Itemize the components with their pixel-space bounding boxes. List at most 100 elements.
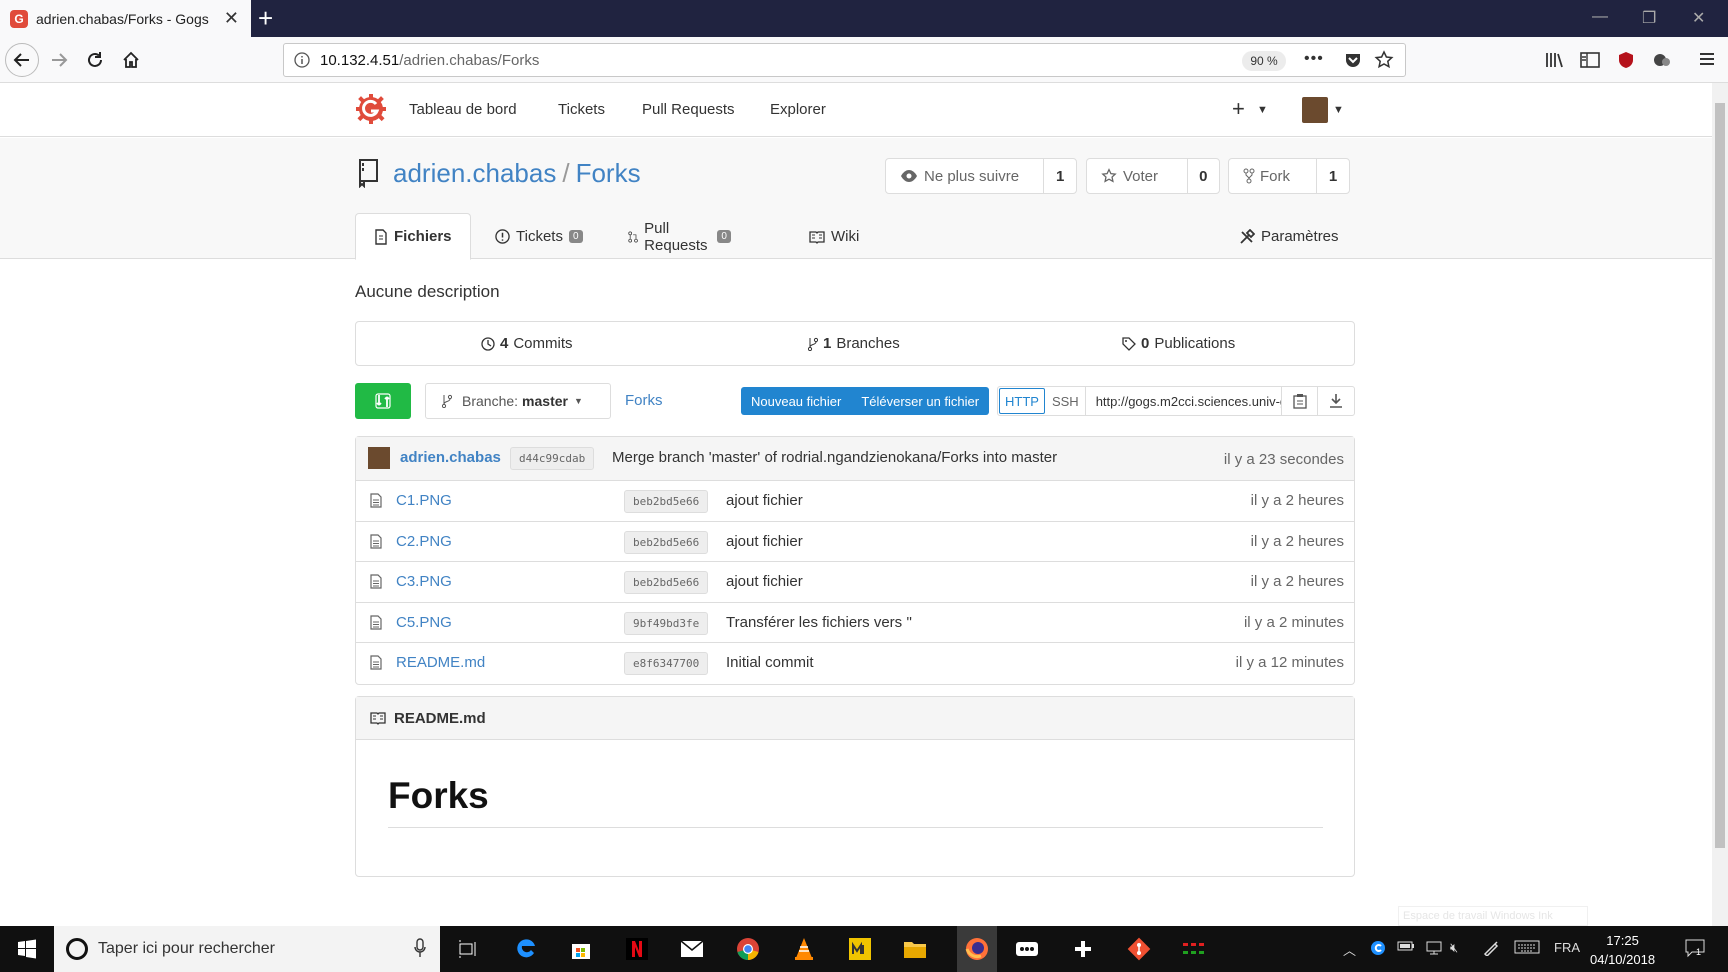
matlab-icon[interactable] (845, 934, 875, 964)
download-button[interactable] (1318, 387, 1354, 415)
windows-start-icon[interactable] (12, 934, 42, 964)
vlc-icon[interactable] (789, 934, 819, 964)
keyboard-icon[interactable] (1514, 940, 1540, 957)
url-bar[interactable]: 10.132.4.51/adrien.chabas/Forks 90 % ••• (283, 43, 1406, 77)
file-commit-sha[interactable]: 9bf49bd3fe (624, 611, 709, 635)
network-icon[interactable] (1425, 940, 1443, 959)
tab-wiki[interactable]: Wiki (791, 213, 877, 260)
app-grid-icon[interactable] (1179, 934, 1209, 964)
bookmark-star-icon[interactable] (1374, 50, 1394, 75)
file-commit-message[interactable]: ajout fichier (726, 533, 803, 550)
home-icon[interactable] (114, 43, 148, 77)
minimize-icon[interactable]: — (1592, 8, 1608, 26)
commit-author-avatar[interactable] (368, 447, 390, 469)
mail-icon[interactable] (677, 934, 707, 964)
upload-file-button[interactable]: Téléverser un fichier (851, 387, 989, 415)
file-commit-message[interactable]: Initial commit (726, 654, 814, 671)
tab-pull-requests[interactable]: Pull Requests 0 (610, 213, 749, 260)
branch-dropdown[interactable]: Branche: master ▼ (425, 383, 611, 419)
zoom-indicator[interactable]: 90 % (1242, 51, 1286, 71)
extension-icon[interactable] (1652, 51, 1672, 74)
gogs-logo-icon[interactable] (356, 94, 386, 129)
user-avatar[interactable] (1302, 97, 1328, 123)
nav-dashboard[interactable]: Tableau de bord (409, 101, 517, 118)
watch-count[interactable]: 1 (1044, 159, 1076, 193)
commit-author-link[interactable]: adrien.chabas (400, 449, 501, 466)
nav-issues[interactable]: Tickets (558, 101, 605, 118)
git-icon[interactable] (1124, 934, 1154, 964)
edge-icon[interactable] (511, 934, 541, 964)
library-icon[interactable] (1545, 51, 1565, 74)
fork-button[interactable]: Fork (1229, 159, 1317, 193)
file-explorer-icon[interactable] (900, 934, 930, 964)
plus-app-icon[interactable] (1068, 934, 1098, 964)
repo-owner-link[interactable]: adrien.chabas (393, 158, 556, 188)
site-info-icon[interactable] (294, 52, 310, 73)
clone-url-field[interactable]: http://gogs.m2cci.sciences.univ-grenoble… (1086, 387, 1283, 415)
sidebar-icon[interactable] (1580, 51, 1600, 74)
copy-url-button[interactable] (1282, 387, 1319, 415)
file-commit-message[interactable]: Transférer les fichiers vers '' (726, 614, 912, 631)
windows-ink-icon[interactable] (1483, 940, 1499, 959)
tray-expand-icon[interactable]: ︿ (1343, 940, 1356, 959)
star-button[interactable]: Voter (1087, 159, 1188, 193)
unwatch-button[interactable]: Ne plus suivre (886, 159, 1045, 193)
commits-stat[interactable]: 4 Commits (481, 335, 573, 352)
chrome-icon[interactable] (733, 934, 763, 964)
task-view-icon[interactable] (453, 934, 483, 964)
tray-app-icon[interactable] (1370, 940, 1386, 959)
taskbar-search[interactable]: Taper ici pour rechercher (54, 926, 440, 972)
repo-name-link[interactable]: Forks (576, 158, 641, 188)
firefox-icon[interactable] (957, 926, 997, 972)
tab-settings[interactable]: Paramètres (1221, 213, 1357, 260)
reload-icon[interactable] (78, 43, 112, 77)
file-commit-message[interactable]: ajout fichier (726, 492, 803, 509)
file-name-link[interactable]: C2.PNG (396, 533, 452, 550)
menu-icon[interactable] (1698, 51, 1716, 72)
battery-icon[interactable] (1397, 940, 1415, 955)
path-breadcrumb[interactable]: Forks (625, 392, 663, 409)
compare-button[interactable] (355, 383, 411, 419)
file-name-link[interactable]: C1.PNG (396, 492, 452, 509)
new-file-button[interactable]: Nouveau fichier (741, 387, 851, 415)
file-name-link[interactable]: C3.PNG (396, 573, 452, 590)
file-name-link[interactable]: C5.PNG (396, 614, 452, 631)
star-count[interactable]: 0 (1188, 159, 1219, 193)
taskbar-clock[interactable]: 17:25 04/10/2018 (1590, 931, 1655, 969)
commit-sha-button[interactable]: d44c99cdab (510, 447, 595, 470)
volume-muted-icon[interactable]: 🔇︎ (1450, 940, 1458, 956)
releases-stat[interactable]: 0 Publications (1122, 335, 1235, 352)
branches-stat[interactable]: 1 Branches (808, 335, 900, 352)
file-commit-sha[interactable]: beb2bd5e66 (624, 530, 709, 554)
tab-close-icon[interactable]: ✕ (224, 8, 239, 29)
tab-files[interactable]: Fichiers (355, 213, 471, 260)
page-scrollbar[interactable] (1712, 83, 1728, 926)
input-language[interactable]: FRA (1554, 940, 1580, 955)
ublock-icon[interactable] (1617, 51, 1635, 74)
chevron-down-icon[interactable]: ▼ (1257, 104, 1268, 116)
nav-pull-requests[interactable]: Pull Requests (642, 101, 735, 118)
scrollbar-thumb[interactable] (1715, 103, 1725, 848)
netflix-icon[interactable] (622, 934, 652, 964)
nav-explore[interactable]: Explorer (770, 101, 826, 118)
commit-message[interactable]: Merge branch 'master' of rodrial.ngandzi… (612, 449, 1057, 466)
browser-tab[interactable]: G adrien.chabas/Forks - Gogs ✕ (0, 0, 251, 37)
file-commit-message[interactable]: ajout fichier (726, 573, 803, 590)
http-clone-button[interactable]: HTTP (999, 388, 1045, 414)
file-commit-sha[interactable]: e8f6347700 (624, 652, 709, 675)
store-icon[interactable] (566, 934, 596, 964)
chevron-down-icon[interactable]: ▼ (1333, 104, 1344, 116)
microphone-icon[interactable] (414, 938, 426, 963)
app-dots-icon[interactable] (1012, 934, 1042, 964)
back-icon[interactable] (5, 43, 39, 77)
create-new-button[interactable]: + (1232, 96, 1245, 122)
file-name-link[interactable]: README.md (396, 654, 485, 671)
forward-icon[interactable] (42, 43, 76, 77)
pocket-icon[interactable] (1344, 51, 1362, 74)
page-actions-icon[interactable]: ••• (1304, 50, 1324, 68)
new-tab-icon[interactable]: + (258, 4, 273, 32)
fork-count[interactable]: 1 (1317, 159, 1349, 193)
tab-issues[interactable]: Tickets 0 (477, 213, 601, 260)
restore-icon[interactable]: ❐ (1642, 8, 1656, 28)
file-commit-sha[interactable]: beb2bd5e66 (624, 490, 709, 513)
